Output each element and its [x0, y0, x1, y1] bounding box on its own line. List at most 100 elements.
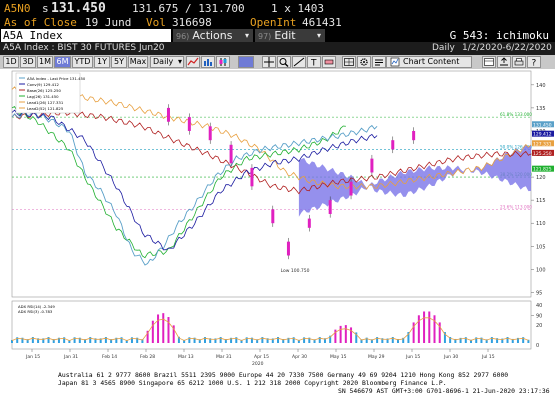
indicator-bar	[428, 311, 431, 343]
range-max[interactable]: Max	[128, 56, 148, 68]
edit-number: 97)	[258, 32, 272, 41]
low-annotation: Low 100.750	[281, 268, 310, 274]
line-chart-icon[interactable]	[186, 56, 200, 68]
range-3d[interactable]: 3D	[20, 56, 36, 68]
quote-size: 1 x 1403	[271, 2, 324, 15]
indicator-bar	[423, 311, 426, 343]
range-1d[interactable]: 1D	[3, 56, 19, 68]
candle-body	[250, 167, 254, 187]
candle-body	[166, 107, 170, 122]
dropdown-arrow-icon: ▾	[316, 31, 321, 40]
legend-entry: Lead1(26) 127.331	[27, 100, 64, 105]
price-axis-label: 120	[536, 175, 546, 181]
range-1m[interactable]: 1M	[37, 56, 53, 68]
vol-value: 316698	[172, 16, 212, 29]
indicator-bar	[344, 325, 347, 343]
date-range[interactable]: 1/2/2020-6/22/2020	[462, 42, 552, 55]
price-prefix: s	[42, 2, 49, 15]
range-5y[interactable]: 5Y	[111, 56, 127, 68]
vol-label: Vol	[146, 16, 166, 29]
indicator-bar	[417, 315, 420, 343]
indicator-axis-label: 0	[536, 343, 539, 349]
legend-entry: A5A Index - Last Price 131.450	[27, 76, 86, 81]
page-title: G 543: ichimoku	[449, 29, 549, 42]
actions-menu-button[interactable]: 96) Actions ▾	[173, 29, 253, 42]
indicator-bar	[157, 314, 160, 343]
export-icon[interactable]	[497, 56, 511, 68]
properties-icon[interactable]	[372, 56, 386, 68]
footer-contacts-line-1: Australia 61 2 9777 8600 Brazil 5511 239…	[58, 371, 509, 379]
indicator-bar	[350, 327, 353, 343]
date-label: Mar 13	[178, 354, 194, 360]
print-icon[interactable]	[512, 56, 526, 68]
indicator-bar	[162, 313, 165, 343]
crosshair-icon[interactable]	[262, 56, 276, 68]
chart-area[interactable]: 140135130125120115110105100959061.8% 133…	[0, 69, 555, 369]
candle-body	[229, 144, 233, 164]
candle-body	[412, 130, 416, 141]
date-label: May 29	[368, 354, 385, 360]
security-input[interactable]: A5A Index	[1, 29, 171, 42]
range-6m[interactable]: 6M	[54, 56, 71, 68]
price-axis-label: 95	[536, 290, 542, 296]
footer-contacts-line-2: Japan 81 3 4565 8900 Singapore 65 6212 1…	[58, 379, 447, 387]
candle-chart-icon[interactable]	[216, 56, 230, 68]
candle-body	[328, 200, 332, 214]
as-of-date: 19 Jund	[85, 16, 132, 29]
date-label: Apr 30	[292, 354, 307, 360]
indicator-bar	[167, 317, 170, 343]
fib-label: 61.8% 133.000	[500, 112, 532, 117]
footer-session-info: SN 546679 AST GMT+3:00 G701-8696-1 21-Ju…	[338, 387, 550, 395]
table-icon[interactable]	[482, 56, 496, 68]
settings-gear-icon[interactable]	[357, 56, 371, 68]
date-label: Feb 28	[140, 354, 155, 360]
grid-icon[interactable]	[342, 56, 356, 68]
indicator-axis-label: 20	[536, 323, 542, 329]
chart-content-label: Chart Content	[403, 57, 460, 66]
legend-entry: Lead2(52) 121.825	[27, 106, 64, 111]
periodicity-label: Daily	[432, 43, 455, 53]
price-axis-label: 90	[536, 313, 542, 319]
price-axis-label: 110	[536, 221, 546, 227]
fib-label: 23.6% 113.000	[500, 204, 532, 209]
range-1y[interactable]: 1Y	[94, 56, 110, 68]
indicator-bar	[433, 315, 436, 343]
candle-body	[187, 117, 191, 131]
candle-body	[391, 140, 395, 150]
range-ytd[interactable]: YTD	[72, 56, 93, 68]
candle-body	[307, 218, 311, 228]
chevron-down-icon: ▾	[177, 57, 182, 66]
actions-label: Actions	[192, 29, 233, 42]
candle-body	[349, 181, 353, 196]
legend-entry: Conv(9) 129.412	[27, 82, 59, 87]
openint-value: 461431	[302, 16, 342, 29]
value-marker-label: 129.412	[533, 132, 552, 138]
sub-header: A5A Index : BIST 30 FUTURES Jun20 Daily …	[0, 42, 555, 55]
ticker: A5N0	[4, 2, 31, 15]
legend-entry: Base(26) 125.250	[27, 88, 62, 93]
eraser-icon[interactable]	[322, 56, 336, 68]
date-label: Jul 15	[481, 354, 495, 360]
text-tool-icon[interactable]: T	[307, 56, 321, 69]
candle-body	[208, 126, 212, 141]
selected-tool-button[interactable]	[238, 56, 254, 68]
year-label: 2020	[252, 361, 264, 367]
edit-menu-button[interactable]: 97) Edit ▾	[255, 29, 325, 42]
candle-body	[286, 241, 290, 256]
date-label: Jan 31	[63, 354, 78, 360]
help-icon[interactable]: ?	[527, 56, 541, 69]
price-axis-label: 115	[536, 198, 546, 204]
period-select[interactable]: Daily ▾	[150, 56, 184, 68]
price-axis-label: 135	[536, 106, 546, 112]
draw-line-icon[interactable]	[292, 56, 306, 68]
value-marker-label: 127.331	[533, 141, 552, 147]
ichimoku-chart[interactable]: 140135130125120115110105100959061.8% 133…	[0, 69, 555, 369]
as-of-label: As of Close	[4, 16, 77, 29]
date-label: Jan 15	[25, 354, 40, 360]
zoom-icon[interactable]	[277, 56, 291, 68]
openint-label: OpenInt	[250, 16, 297, 29]
bar-chart-icon[interactable]	[201, 56, 215, 68]
dropdown-arrow-icon: ▾	[244, 31, 249, 40]
chart-content-button[interactable]: Chart Content	[386, 56, 472, 68]
edit-label: Edit	[274, 29, 296, 42]
